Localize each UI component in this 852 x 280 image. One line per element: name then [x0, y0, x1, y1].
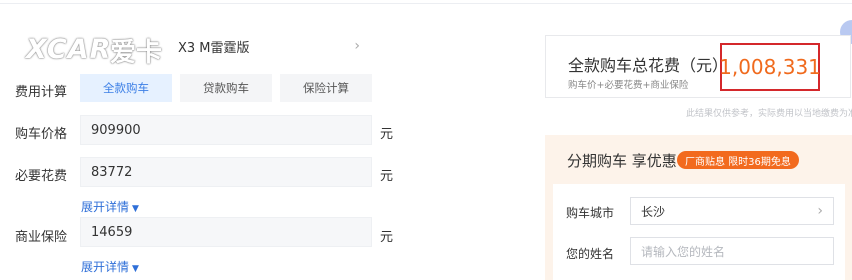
name-label: 您的姓名	[566, 247, 615, 261]
expand-details-label-2: 展开详情	[81, 260, 130, 274]
city-select[interactable]: 长沙 ›	[630, 197, 834, 225]
cost-calculator: X3 M雷霆版 › XCAR 爱卡 费用计算 全款购车 贷款购车 保险计算 购车…	[0, 0, 540, 280]
watermark-logo: XCAR 爱卡	[6, 12, 176, 68]
tab-insurance-calc[interactable]: 保险计算	[280, 74, 372, 102]
tab-loan[interactable]: 贷款购车	[180, 74, 272, 102]
watermark-logo-sub: 爱卡	[110, 38, 163, 68]
promo-badge: 厂商贴息 限时36期免息	[677, 151, 799, 169]
caret-down-icon: ▼	[132, 264, 139, 274]
total-cost-subtitle: 购车价+必要花费+商业保险	[568, 80, 689, 91]
insurance-input[interactable]: 14659	[80, 217, 372, 247]
chevron-right-icon: ›	[354, 38, 360, 54]
chevron-right-icon: ›	[817, 203, 823, 219]
total-cost-title: 全款购车总花费（元）	[568, 56, 729, 75]
installment-form: 购车城市 长沙 › 您的姓名 请输入您的姓名	[553, 184, 845, 280]
tab-full-payment[interactable]: 全款购车	[80, 74, 172, 102]
insurance-label: 商业保险	[15, 230, 68, 245]
price-input[interactable]: 909900	[80, 115, 372, 145]
total-cost-box: 全款购车总花费（元） 购车价+必要花费+商业保险 1,008,331	[545, 35, 851, 98]
price-unit: 元	[380, 127, 394, 142]
installment-panel: 分期购车 享优惠 厂商贴息 限时36期免息 购车城市 长沙 › 您的姓名 请输入…	[545, 135, 852, 280]
total-cost-value: 1,008,331	[719, 43, 821, 91]
caret-down-icon: ▼	[132, 204, 139, 214]
city-label: 购车城市	[566, 206, 615, 220]
fees-input[interactable]: 83772	[80, 157, 372, 187]
fees-unit: 元	[380, 169, 394, 184]
calc-type-tabs: 全款购车 贷款购车 保险计算	[80, 74, 372, 102]
calc-type-label: 费用计算	[15, 85, 68, 100]
city-value: 长沙	[641, 204, 666, 219]
price-label: 购车价格	[15, 127, 68, 142]
watermark-logo-text: XCAR	[26, 34, 112, 65]
expand-details-link-2[interactable]: 展开详情 ▼	[81, 258, 139, 275]
insurance-unit: 元	[380, 230, 394, 245]
disclaimer-text: 此结果仅供参考，实际费用以当地缴费为准	[686, 109, 852, 119]
name-input[interactable]: 请输入您的姓名	[630, 237, 834, 265]
expand-details-link[interactable]: 展开详情 ▼	[81, 198, 139, 215]
installment-title: 分期购车 享优惠	[567, 152, 677, 170]
fees-label: 必要花费	[15, 169, 68, 184]
expand-details-label: 展开详情	[81, 200, 130, 214]
